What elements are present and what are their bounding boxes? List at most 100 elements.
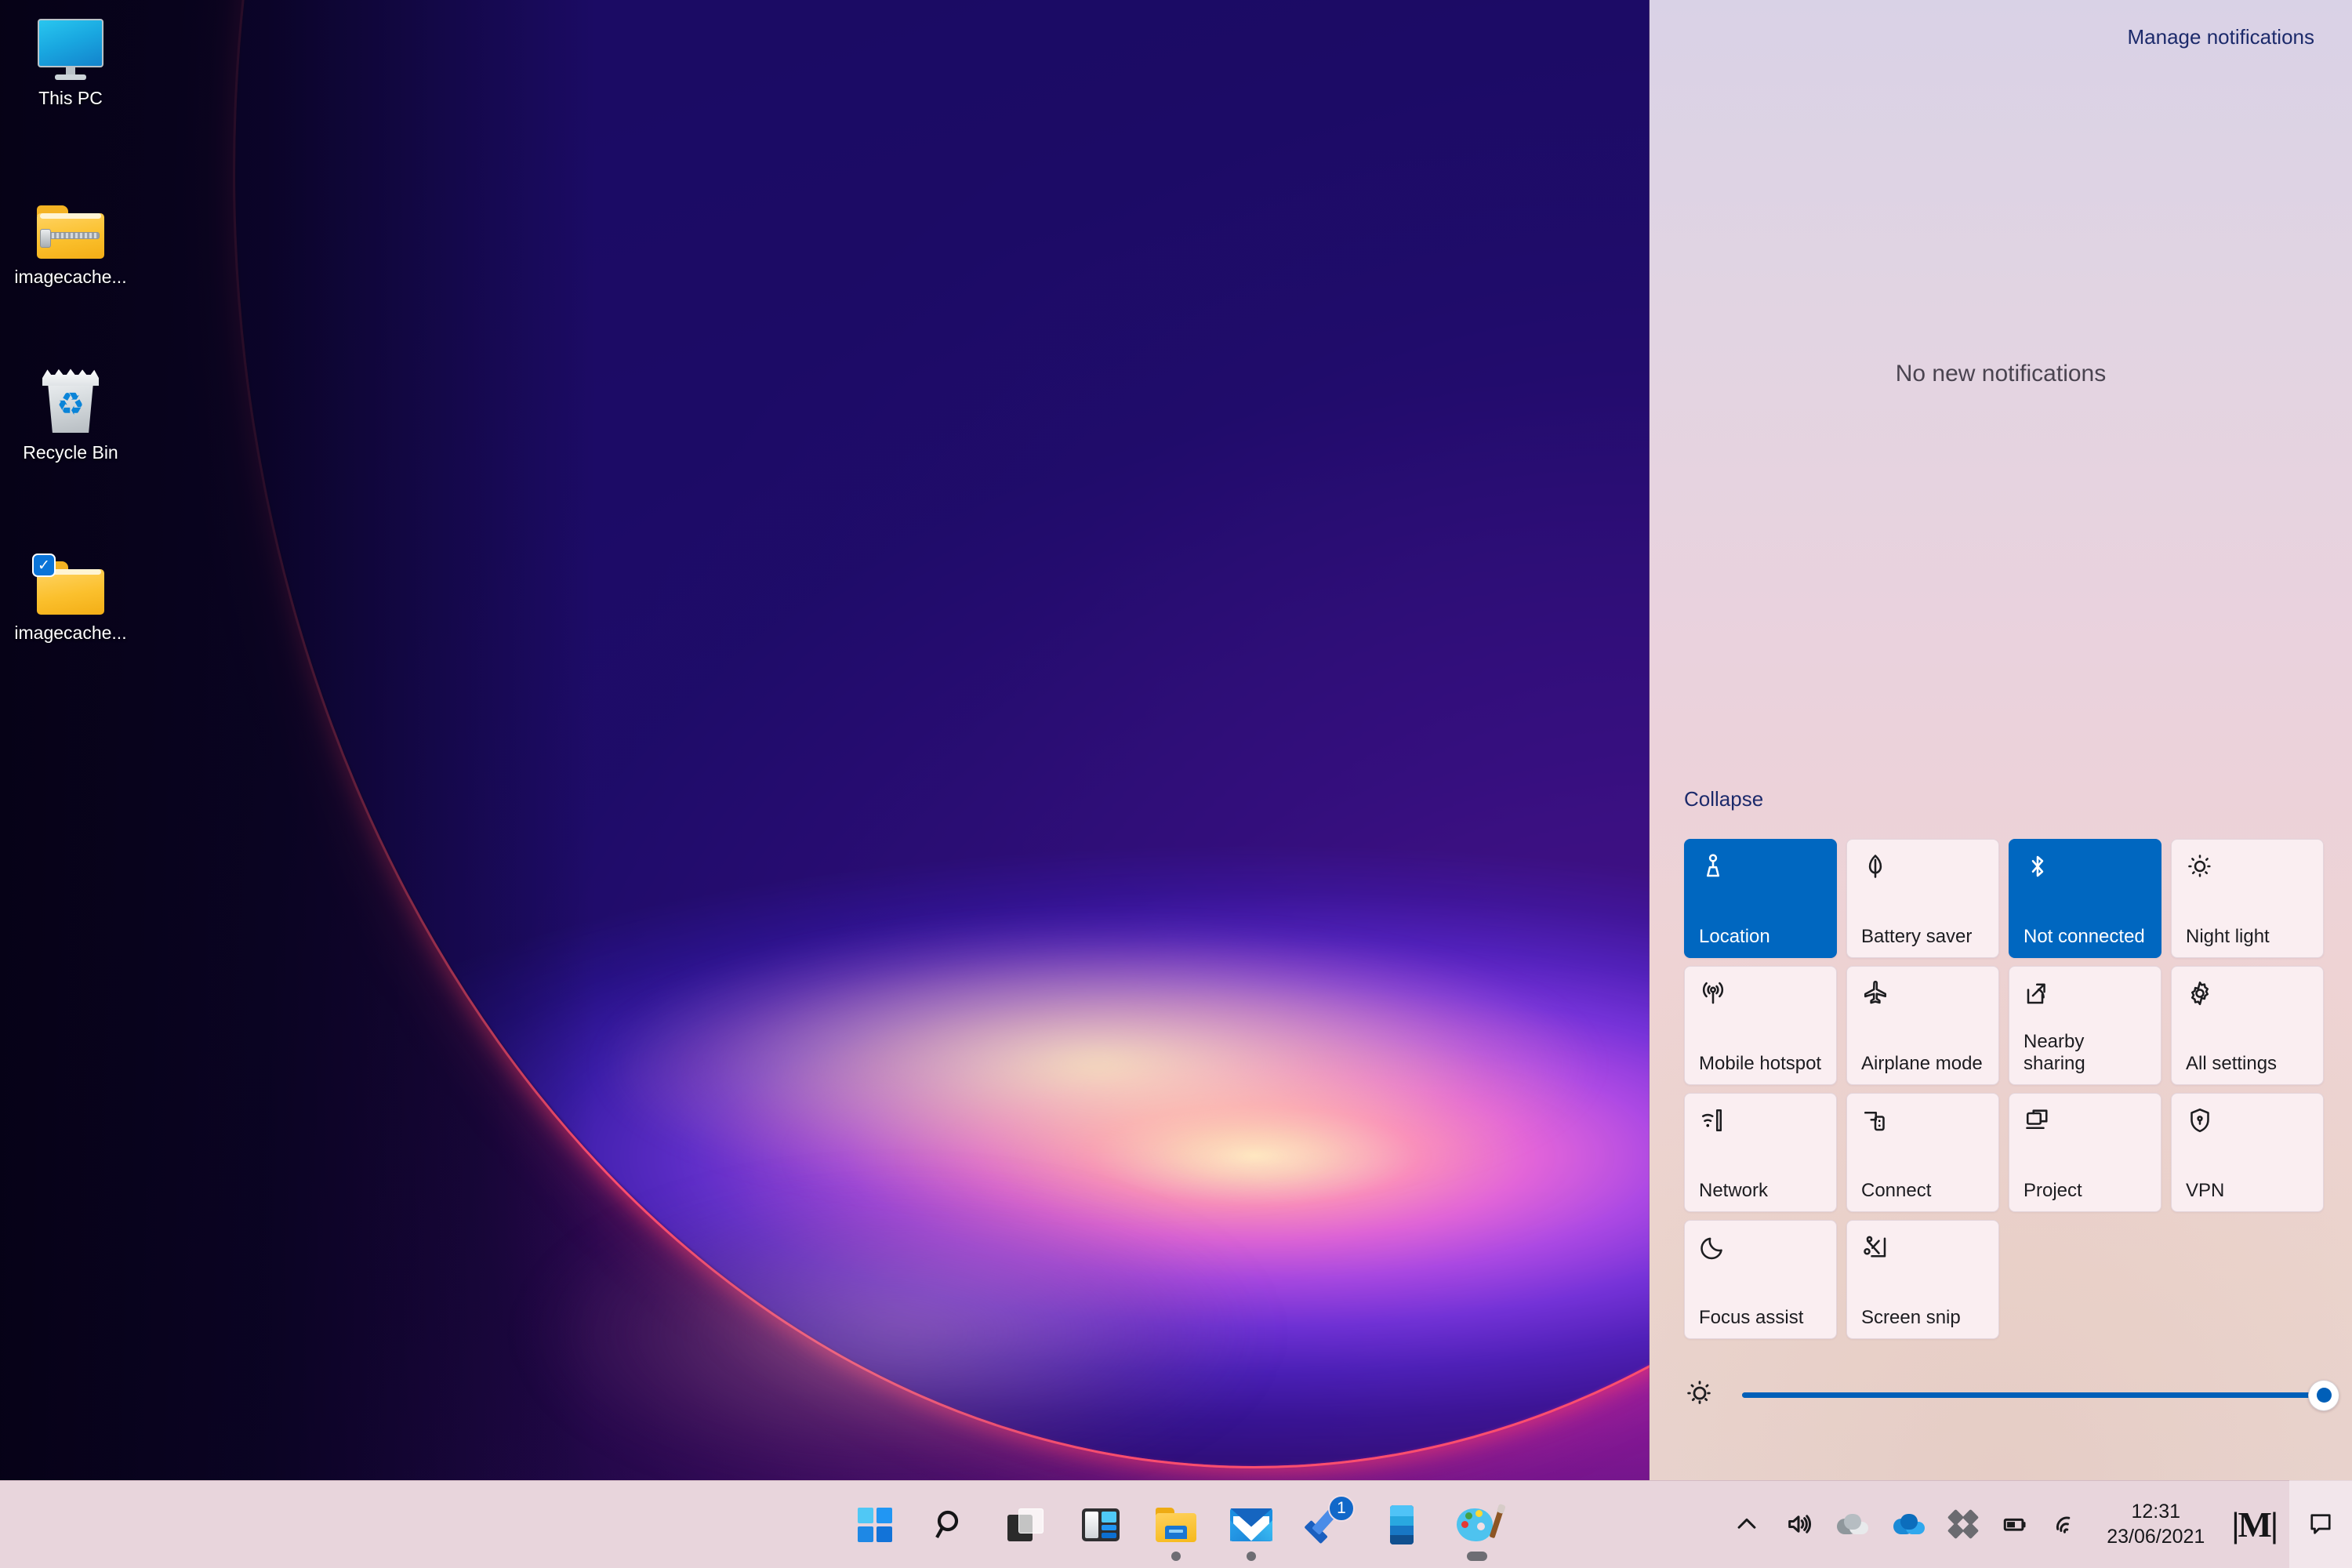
system-tray: 12:31 23/06/2021 |M| <box>1721 1480 2352 1568</box>
quick-action-label: Night light <box>2186 926 2270 947</box>
desktop-icon-imagecache-folder[interactable]: ✓ imagecache... <box>3 543 138 644</box>
quick-action-location[interactable]: Location <box>1684 839 1837 958</box>
project-icon <box>2024 1106 2150 1141</box>
bluetooth-icon <box>2024 852 2150 887</box>
paint-icon <box>1457 1507 1504 1543</box>
brightness-icon <box>1684 1377 1715 1413</box>
desktop-icon-label: imagecache... <box>14 267 127 287</box>
quick-action-label: Screen snip <box>1861 1307 1961 1328</box>
quick-action-label: Focus assist <box>1699 1307 1804 1328</box>
quick-action-project[interactable]: Project <box>2009 1093 2161 1212</box>
desktop-icon-label: Recycle Bin <box>23 442 118 463</box>
desktop-icon-recycle-bin[interactable]: ♻ Recycle Bin <box>3 362 138 463</box>
dropbox-icon <box>1947 1508 1980 1540</box>
clock-time: 12:31 <box>2131 1501 2181 1523</box>
airplane-icon <box>1861 979 1987 1014</box>
this-pc-icon <box>3 8 138 80</box>
task-view-button[interactable] <box>996 1495 1055 1555</box>
desktop-icon-label: imagecache... <box>14 622 127 643</box>
wifi-icon <box>2056 1516 2071 1534</box>
file-explorer-icon <box>1156 1507 1196 1542</box>
paint-button[interactable] <box>1447 1495 1507 1561</box>
start-button[interactable] <box>845 1495 905 1555</box>
quick-action-label: Network <box>1699 1180 1769 1201</box>
quick-action-vpn[interactable]: VPN <box>2171 1093 2324 1212</box>
onedrive-work-button[interactable] <box>1824 1480 1881 1568</box>
mail-button[interactable] <box>1221 1495 1281 1561</box>
phone-icon <box>1390 1504 1414 1544</box>
running-indicator <box>1247 1551 1256 1561</box>
quick-action-label: Mobile hotspot <box>1699 1053 1822 1074</box>
speaker-icon <box>1788 1515 1812 1534</box>
onedrive-gray-icon <box>1837 1514 1869 1534</box>
snip-icon <box>1861 1233 1987 1268</box>
action-center-header: Manage notifications <box>1650 0 2352 85</box>
sun-icon <box>2186 852 2312 887</box>
collapse-link[interactable]: Collapse <box>1684 787 1763 811</box>
file-explorer-button[interactable] <box>1146 1495 1206 1561</box>
quick-action-mobile-hotspot[interactable]: Mobile hotspot <box>1684 966 1837 1085</box>
manage-notifications-link[interactable]: Manage notifications <box>2128 25 2314 49</box>
battery-button[interactable] <box>1989 1480 2041 1568</box>
slider-fill <box>1742 1392 2324 1398</box>
quick-action-label: Airplane mode <box>1861 1053 1983 1074</box>
quick-action-label: VPN <box>2186 1180 2225 1201</box>
quick-action-screen-snip[interactable]: Screen snip <box>1846 1220 1999 1339</box>
task-view-icon <box>1007 1508 1044 1541</box>
network-button[interactable] <box>2041 1480 2092 1568</box>
slider-thumb[interactable] <box>2308 1379 2339 1411</box>
desktop-icon-label: This PC <box>38 88 103 108</box>
brightness-slider[interactable] <box>1742 1379 2339 1411</box>
widgets-button[interactable] <box>1071 1495 1131 1555</box>
vpn-shield-icon <box>2186 1106 2312 1141</box>
moon-icon <box>1699 1233 1825 1268</box>
start-icon <box>858 1507 892 1542</box>
mathtype-button[interactable]: |M| <box>2219 1480 2289 1568</box>
clock-date: 23/06/2021 <box>2107 1526 2205 1548</box>
onedrive-personal-button[interactable] <box>1881 1480 1937 1568</box>
quick-action-airplane-mode[interactable]: Airplane mode <box>1846 966 1999 1085</box>
brightness-row <box>1684 1377 2339 1413</box>
mail-icon <box>1230 1508 1272 1541</box>
volume-button[interactable] <box>1773 1480 1824 1568</box>
quick-action-nearby-sharing[interactable]: Nearby sharing <box>2009 966 2161 1085</box>
quick-action-label: Location <box>1699 926 1770 947</box>
desktop-icon-this-pc[interactable]: This PC <box>3 8 138 109</box>
recycle-bin-icon: ♻ <box>3 362 138 434</box>
show-hidden-icons-button[interactable] <box>1721 1480 1773 1568</box>
quick-action-connect[interactable]: Connect <box>1846 1093 1999 1212</box>
folder-synced-icon: ✓ <box>3 543 138 615</box>
running-indicator <box>1171 1551 1181 1561</box>
mathtype-icon: |M| <box>2231 1504 2278 1544</box>
quick-action-all-settings[interactable]: All settings <box>2171 966 2324 1085</box>
quick-action-battery-saver[interactable]: Battery saver <box>1846 839 1999 958</box>
search-button[interactable] <box>920 1495 980 1555</box>
quick-action-network[interactable]: Network <box>1684 1093 1837 1212</box>
leaf-icon <box>1861 852 1987 887</box>
dropbox-button[interactable] <box>1937 1480 1989 1568</box>
chevron-up-icon <box>1737 1518 1756 1529</box>
gear-icon <box>2186 979 2312 1014</box>
notification-button[interactable] <box>2289 1480 2352 1568</box>
taskbar-app-group: 1 <box>845 1481 1507 1568</box>
running-indicator <box>1467 1551 1487 1561</box>
taskbar: 1 12:31 23/06/2021 |M| <box>0 1480 2352 1568</box>
quick-action-label: Project <box>2024 1180 2082 1201</box>
quick-action-label: All settings <box>2186 1053 2278 1074</box>
quick-action-night-light[interactable]: Night light <box>2171 839 2324 958</box>
desktop[interactable]: This PC imagecache... ♻ Recycle Bin ✓ im… <box>0 0 1650 1480</box>
quick-action-bluetooth[interactable]: Not connected <box>2009 839 2161 958</box>
quick-action-label: Battery saver <box>1861 926 1973 947</box>
hotspot-icon <box>1699 979 1825 1014</box>
clock[interactable]: 12:31 23/06/2021 <box>2092 1480 2219 1568</box>
location-icon <box>1699 852 1825 887</box>
desktop-icon-imagecache-zip[interactable]: imagecache... <box>3 187 138 288</box>
your-phone-button[interactable] <box>1372 1495 1432 1555</box>
microsoft-todo-button[interactable]: 1 <box>1297 1494 1356 1555</box>
notification-icon <box>2310 1514 2331 1534</box>
quick-action-label: Nearby sharing <box>2024 1031 2085 1074</box>
connect-icon <box>1861 1106 1987 1141</box>
quick-action-focus-assist[interactable]: Focus assist <box>1684 1220 1837 1339</box>
quick-action-label: Connect <box>1861 1180 1932 1201</box>
empty-notifications-message: No new notifications <box>1895 361 2107 387</box>
